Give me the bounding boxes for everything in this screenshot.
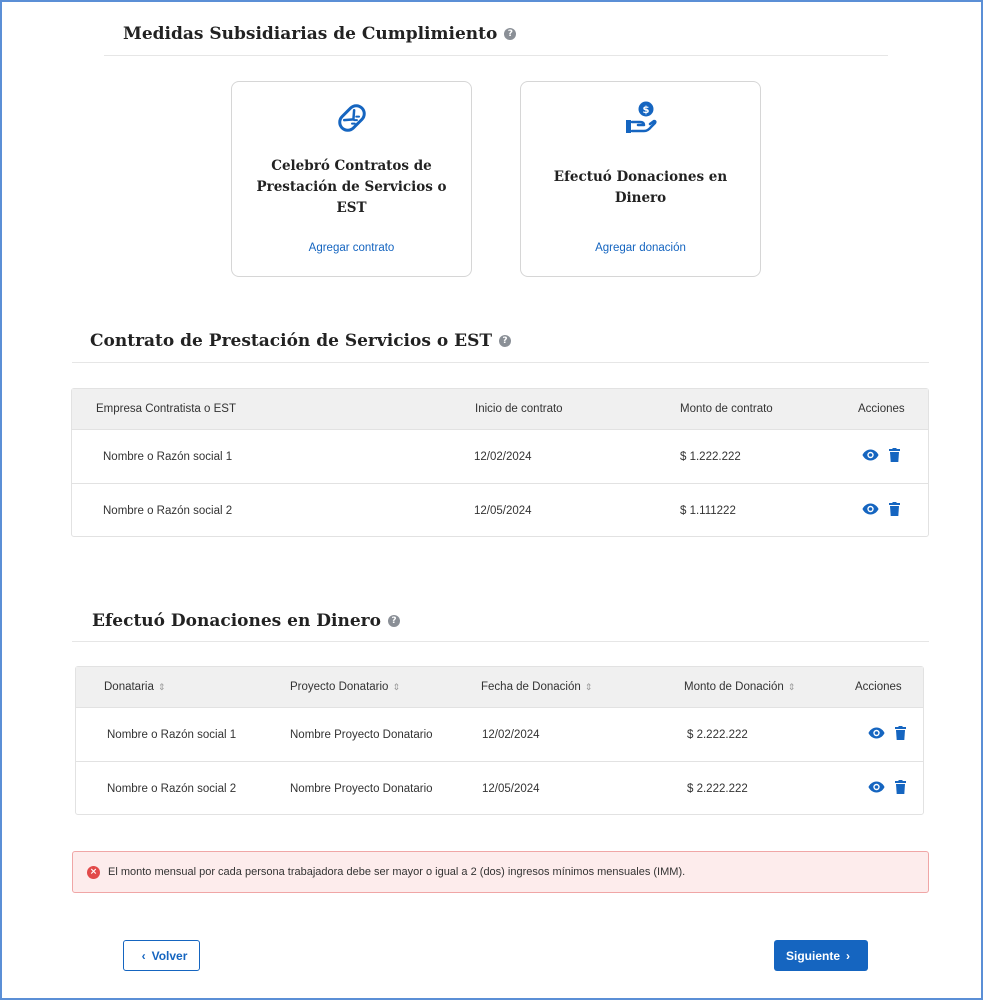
row-actions — [868, 726, 906, 740]
medidas-divider — [104, 55, 888, 56]
donaciones-divider — [72, 641, 929, 642]
column-header: Inicio de contrato — [475, 403, 563, 415]
column-header: Monto de contrato — [680, 403, 773, 415]
help-icon[interactable]: ? — [499, 335, 511, 347]
cell-inicio: 12/02/2024 — [474, 451, 532, 463]
column-header-monto[interactable]: Monto de Donación ⇕ — [684, 667, 795, 707]
sort-icon[interactable]: ⇕ — [392, 682, 400, 692]
column-header: Empresa Contratista o EST — [96, 403, 236, 415]
cell-donataria: Nombre o Razón social 2 — [107, 783, 237, 795]
chevron-right-icon: › — [846, 948, 850, 963]
sort-icon[interactable]: ⇕ — [788, 682, 796, 692]
alert-message: El monto mensual por cada persona trabaj… — [108, 866, 686, 878]
handshake-icon — [232, 100, 471, 136]
table-row: Nombre o Razón social 2 Nombre Proyecto … — [76, 761, 923, 815]
delete-icon[interactable] — [889, 502, 900, 516]
back-button-label: Volver — [151, 948, 188, 963]
table-row: Nombre o Razón social 1 12/02/2024 $ 1.2… — [72, 429, 928, 483]
column-header-label: Monto de Donación — [684, 681, 784, 693]
cell-donataria: Nombre o Razón social 1 — [107, 729, 237, 741]
column-header-label: Proyecto Donatario — [290, 681, 389, 693]
sort-icon[interactable]: ⇕ — [585, 682, 593, 692]
cell-empresa: Nombre o Razón social 1 — [103, 451, 233, 463]
cell-fecha: 12/02/2024 — [482, 729, 540, 741]
cell-monto: $ 1.111222 — [680, 505, 736, 517]
card-contratos-title: Celebró Contratos de Prestación de Servi… — [242, 156, 461, 219]
column-header-fecha[interactable]: Fecha de Donación ⇕ — [481, 667, 592, 707]
contratos-divider — [72, 362, 929, 363]
chevron-left-icon: ‹ — [141, 948, 146, 963]
card-title-line: EST — [336, 200, 367, 216]
cell-proyecto: Nombre Proyecto Donatario — [290, 783, 433, 795]
table-row: Nombre o Razón social 1 Nombre Proyecto … — [76, 707, 923, 761]
view-icon[interactable] — [868, 781, 885, 793]
card-contratos[interactable]: Celebró Contratos de Prestación de Servi… — [231, 81, 472, 277]
cell-empresa: Nombre o Razón social 2 — [103, 505, 233, 517]
next-button[interactable]: Siguiente › — [774, 940, 868, 971]
help-icon[interactable]: ? — [504, 28, 517, 40]
cell-monto: $ 2.222.222 — [687, 783, 748, 795]
donaciones-title-text: Efectuó Donaciones en Dinero — [92, 611, 381, 631]
card-donaciones-title: Efectuó Donaciones en Dinero — [531, 167, 750, 209]
view-icon[interactable] — [868, 727, 885, 739]
card-title-line: Efectuó Donaciones en — [553, 169, 728, 185]
column-header-label: Fecha de Donación — [481, 681, 581, 693]
card-title-line: Celebró Contratos de — [271, 158, 432, 174]
card-donaciones[interactable]: $ Efectuó Donaciones en Dinero Agregar d… — [520, 81, 761, 277]
row-actions — [862, 448, 900, 462]
column-header: Acciones — [858, 403, 905, 415]
donaciones-title: Efectuó Donaciones en Dinero ? — [92, 610, 400, 632]
contratos-title-text: Contrato de Prestación de Servicios o ES… — [90, 331, 492, 351]
medidas-title: Medidas Subsidiarias de Cumplimiento ? — [123, 23, 517, 45]
help-icon[interactable]: ? — [387, 615, 400, 627]
cell-proyecto: Nombre Proyecto Donatario — [290, 729, 433, 741]
column-header-proyecto[interactable]: Proyecto Donatario ⇕ — [290, 667, 400, 707]
cell-monto: $ 2.222.222 — [687, 729, 748, 741]
delete-icon[interactable] — [895, 726, 906, 740]
error-alert: × El monto mensual por cada persona trab… — [72, 851, 929, 893]
card-title-line: Prestación de Servicios o — [256, 179, 447, 195]
view-icon[interactable] — [862, 449, 879, 461]
cell-monto: $ 1.222.222 — [680, 451, 741, 463]
donaciones-table: Donataria ⇕ Proyecto Donatario ⇕ Fecha de … — [75, 666, 924, 815]
contratos-table: Empresa Contratista o EST Inicio de cont… — [71, 388, 929, 537]
page-frame: Medidas Subsidiarias de Cumplimiento ? C… — [0, 0, 983, 1000]
table-row: Nombre o Razón social 2 12/05/2024 $ 1.1… — [72, 483, 928, 537]
donation-hand-icon: $ — [521, 100, 760, 136]
row-actions — [862, 502, 900, 516]
svg-text:$: $ — [642, 105, 649, 116]
contratos-title: Contrato de Prestación de Servicios o ES… — [90, 330, 511, 352]
delete-icon[interactable] — [889, 448, 900, 462]
cell-fecha: 12/05/2024 — [482, 783, 540, 795]
error-icon: × — [87, 865, 100, 879]
medidas-title-text: Medidas Subsidiarias de Cumplimiento — [123, 24, 498, 44]
agregar-contrato-link[interactable]: Agregar contrato — [232, 242, 471, 254]
back-button[interactable]: ‹ Volver — [123, 940, 200, 971]
next-button-label: Siguiente — [785, 948, 840, 963]
column-header-label: Donataria — [104, 681, 154, 693]
agregar-donacion-link[interactable]: Agregar donación — [521, 242, 760, 254]
sort-icon[interactable]: ⇕ — [158, 682, 166, 692]
delete-icon[interactable] — [895, 780, 906, 794]
row-actions — [868, 780, 906, 794]
table-header: Empresa Contratista o EST Inicio de cont… — [72, 389, 928, 429]
cell-inicio: 12/05/2024 — [474, 505, 532, 517]
card-title-line: Dinero — [614, 190, 667, 206]
view-icon[interactable] — [862, 503, 879, 515]
table-header: Donataria ⇕ Proyecto Donatario ⇕ Fecha de … — [76, 667, 923, 707]
column-header-donataria[interactable]: Donataria ⇕ — [104, 667, 165, 707]
column-header: Acciones — [855, 681, 902, 693]
